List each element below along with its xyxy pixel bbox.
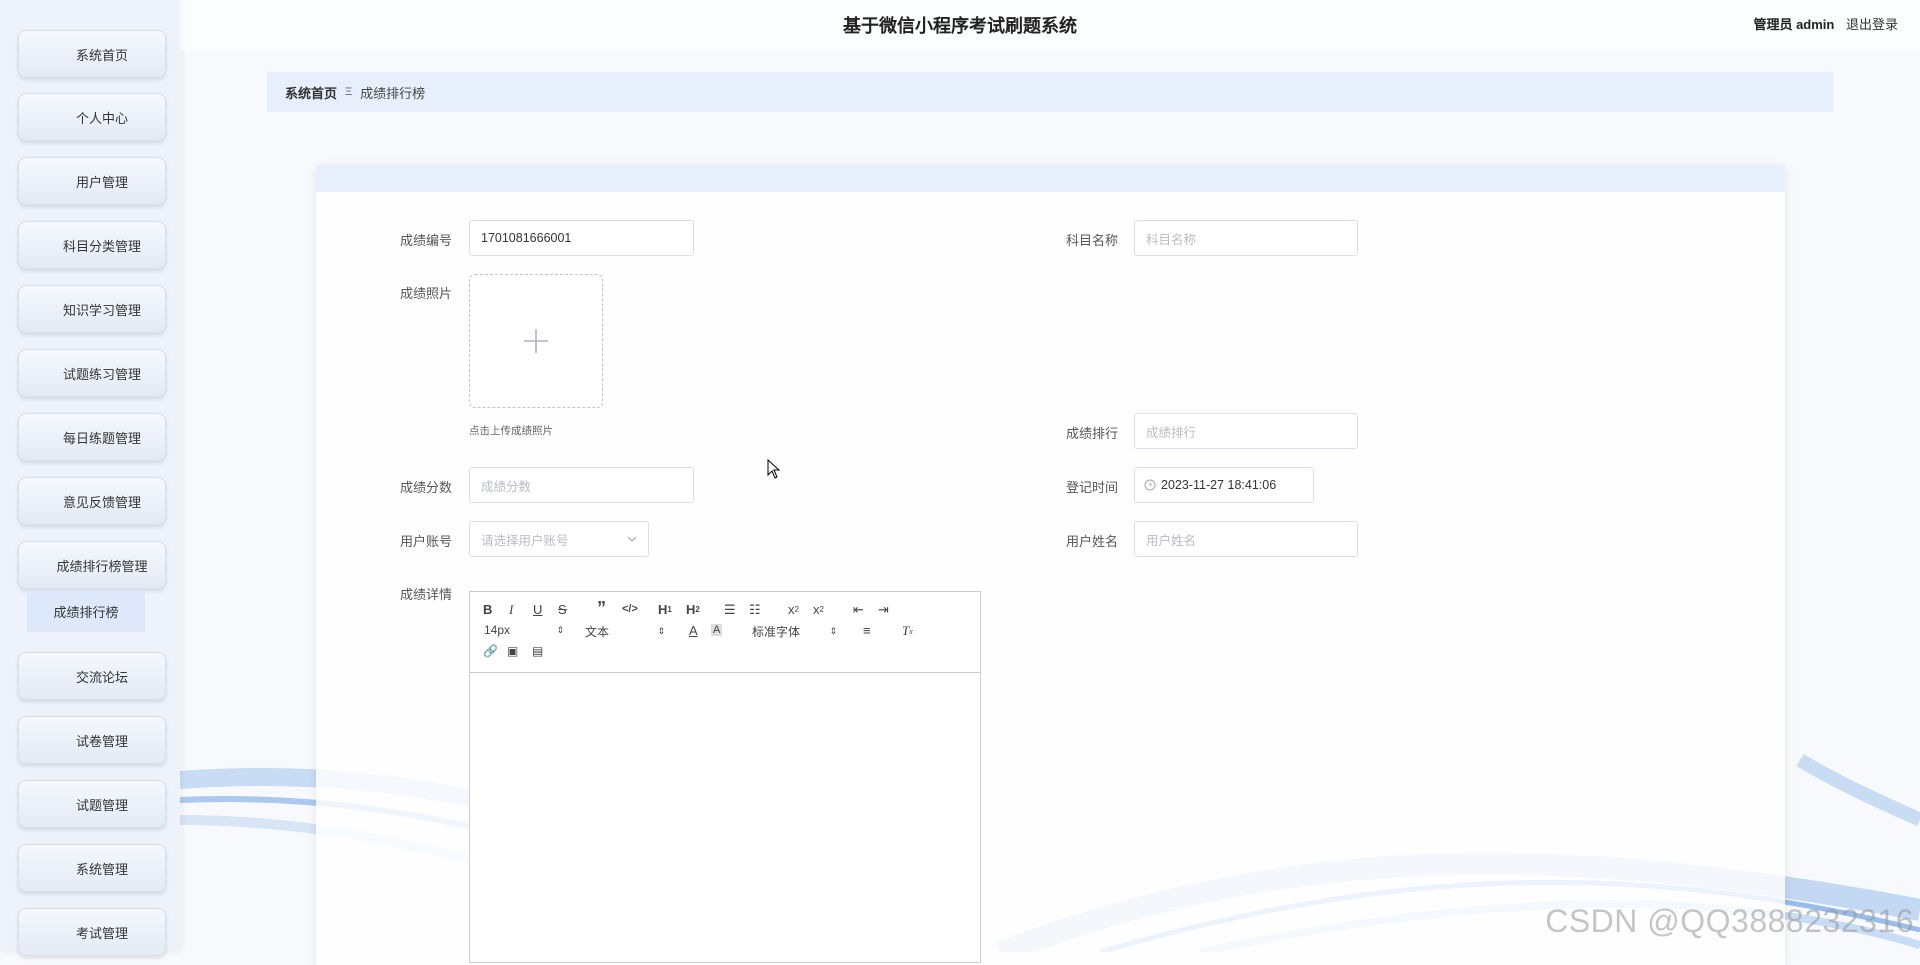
user-account-label: 用户账号 bbox=[400, 534, 453, 549]
register-time-label: 登记时间 bbox=[1066, 480, 1119, 495]
select-arrows-icon: ⇕ bbox=[556, 624, 564, 635]
mouse-cursor-icon bbox=[767, 459, 781, 479]
sidebar-item-label: 试卷管理 bbox=[75, 733, 128, 749]
upload-hint: 点击上传成绩照片 bbox=[469, 425, 553, 437]
link-icon[interactable]: 🔗 bbox=[483, 644, 498, 658]
sidebar-item-practice[interactable]: 试题练习管理 bbox=[18, 349, 166, 397]
sidebar-item-label: 每日练题管理 bbox=[62, 430, 141, 446]
outdent-icon[interactable]: ⇤ bbox=[853, 602, 864, 618]
register-time-picker[interactable]: 2023-11-27 18:41:06 bbox=[1134, 467, 1314, 503]
sidebar: 系统首页 个人中心 用户管理 科目分类管理 知识学习管理 试题练习管理 每日练题… bbox=[0, 0, 180, 956]
watermark: CSDN @QQ3888232316 bbox=[1545, 903, 1914, 939]
user-account-select[interactable]: 请选择用户账号 bbox=[469, 521, 649, 557]
font-size-select[interactable]: 14px ⇕ bbox=[484, 623, 564, 637]
editor-content-area[interactable] bbox=[470, 673, 980, 961]
bullet-list-icon[interactable]: ☷ bbox=[749, 602, 761, 618]
user-role: 管理员 admin bbox=[1753, 17, 1835, 32]
header-select[interactable]: 文本 ⇕ bbox=[585, 623, 665, 640]
bold-icon[interactable]: B bbox=[483, 602, 492, 617]
header-select-value: 文本 bbox=[585, 625, 610, 639]
score-rank-input[interactable]: 成绩排行 bbox=[1134, 413, 1358, 449]
sidebar-item-label: 个人中心 bbox=[75, 110, 128, 126]
sidebar-item-exam[interactable]: 考试管理 bbox=[18, 908, 166, 956]
plus-icon bbox=[524, 329, 548, 353]
select-arrows-icon: ⇕ bbox=[829, 626, 837, 636]
font-family-value: 标准字体 bbox=[752, 625, 801, 639]
user-area: 管理员 admin 退出登录 bbox=[1753, 14, 1898, 33]
align-icon[interactable]: ≡ bbox=[863, 623, 871, 638]
score-input[interactable]: 成绩分数 bbox=[469, 467, 694, 503]
breadcrumb-separator: Ξ bbox=[345, 86, 353, 98]
card-header bbox=[316, 165, 1785, 192]
underline-icon[interactable]: U bbox=[533, 602, 542, 617]
sidebar-item-knowledge-learning[interactable]: 知识学习管理 bbox=[18, 285, 166, 333]
background-color-icon[interactable]: A bbox=[711, 624, 723, 636]
sidebar-item-label: 用户管理 bbox=[75, 174, 128, 190]
ordered-list-icon[interactable]: ☰ bbox=[724, 602, 736, 618]
sidebar-item-ranking-management[interactable]: 成绩排行榜管理 bbox=[18, 541, 166, 589]
heading2-icon[interactable]: H2 bbox=[686, 602, 700, 617]
strikethrough-icon[interactable]: S bbox=[558, 602, 567, 617]
italic-icon[interactable]: I bbox=[509, 602, 513, 618]
sidebar-item-user-management[interactable]: 用户管理 bbox=[18, 157, 166, 205]
breadcrumb-current: 成绩排行榜 bbox=[360, 85, 426, 101]
chevron-down-icon bbox=[627, 536, 637, 542]
score-rank-label: 成绩排行 bbox=[1066, 426, 1119, 441]
sidebar-item-label: 试题练习管理 bbox=[62, 366, 141, 382]
sidebar-item-label: 系统首页 bbox=[75, 47, 128, 63]
editor-toolbar: B I U S ” </> H1 H2 ☰ ☷ x2 x2 ⇤ ⇥ 14px ⇕… bbox=[470, 592, 980, 673]
sidebar-item-subject-category[interactable]: 科目分类管理 bbox=[18, 221, 166, 269]
font-family-select[interactable]: 标准字体 ⇕ bbox=[752, 623, 837, 640]
photo-upload-box[interactable] bbox=[469, 274, 603, 408]
clear-format-icon[interactable]: Tx bbox=[902, 623, 913, 639]
top-bar: 基于微信小程序考试刷题系统 管理员 admin 退出登录 bbox=[180, 0, 1920, 50]
superscript-icon[interactable]: x2 bbox=[813, 602, 824, 617]
sidebar-item-label: 知识学习管理 bbox=[62, 302, 141, 318]
sidebar-item-label: 试题管理 bbox=[75, 797, 128, 813]
code-block-icon[interactable]: </> bbox=[622, 603, 638, 615]
app-title: 基于微信小程序考试刷题系统 bbox=[843, 16, 1077, 36]
sidebar-item-label: 交流论坛 bbox=[75, 669, 128, 685]
sidebar-item-personal-center[interactable]: 个人中心 bbox=[18, 93, 166, 141]
font-size-value: 14px bbox=[484, 623, 511, 637]
clock-icon bbox=[1144, 479, 1156, 491]
sidebar-subitem-ranking[interactable]: 成绩排行榜 bbox=[27, 590, 145, 632]
detail-label: 成绩详情 bbox=[400, 587, 453, 602]
select-arrows-icon: ⇕ bbox=[657, 626, 665, 636]
subscript-icon[interactable]: x2 bbox=[788, 602, 799, 617]
rich-text-editor: B I U S ” </> H1 H2 ☰ ☷ x2 x2 ⇤ ⇥ 14px ⇕… bbox=[469, 591, 981, 963]
sidebar-item-label: 考试管理 bbox=[75, 925, 128, 941]
logout-link[interactable]: 退出登录 bbox=[1846, 17, 1898, 32]
score-label: 成绩分数 bbox=[400, 480, 453, 495]
sidebar-item-papers[interactable]: 试卷管理 bbox=[18, 716, 166, 764]
image-icon[interactable]: ▣ bbox=[507, 644, 518, 658]
heading1-icon[interactable]: H1 bbox=[658, 602, 672, 617]
blockquote-icon[interactable]: ” bbox=[597, 598, 606, 619]
sidebar-item-questions[interactable]: 试题管理 bbox=[18, 780, 166, 828]
sidebar-item-label: 系统管理 bbox=[75, 861, 128, 877]
breadcrumb: 系统首页 Ξ 成绩排行榜 bbox=[267, 72, 1833, 112]
subject-name-input[interactable]: 科目名称 bbox=[1134, 220, 1358, 256]
user-name-input[interactable]: 用户姓名 bbox=[1134, 521, 1358, 557]
sidebar-item-system[interactable]: 系统管理 bbox=[18, 844, 166, 892]
indent-icon[interactable]: ⇥ bbox=[878, 602, 889, 618]
video-icon[interactable]: ▤ bbox=[532, 644, 543, 658]
user-name-label: 用户姓名 bbox=[1066, 534, 1119, 549]
breadcrumb-home[interactable]: 系统首页 bbox=[285, 83, 337, 102]
register-time-value: 2023-11-27 18:41:06 bbox=[1161, 478, 1277, 492]
user-account-placeholder: 请选择用户账号 bbox=[481, 533, 569, 548]
sidebar-item-daily-practice[interactable]: 每日练题管理 bbox=[18, 413, 166, 461]
score-no-input[interactable]: 1701081666001 bbox=[469, 220, 694, 256]
sidebar-item-label: 成绩排行榜管理 bbox=[56, 558, 148, 574]
subject-name-label: 科目名称 bbox=[1066, 233, 1119, 248]
sidebar-item-label: 科目分类管理 bbox=[62, 238, 141, 254]
sidebar-item-feedback[interactable]: 意见反馈管理 bbox=[18, 477, 166, 525]
score-no-label: 成绩编号 bbox=[400, 233, 453, 248]
sidebar-item-forum[interactable]: 交流论坛 bbox=[18, 652, 166, 700]
sidebar-item-label: 意见反馈管理 bbox=[62, 494, 141, 510]
score-photo-label: 成绩照片 bbox=[400, 286, 453, 301]
text-color-icon[interactable]: A bbox=[689, 623, 698, 638]
